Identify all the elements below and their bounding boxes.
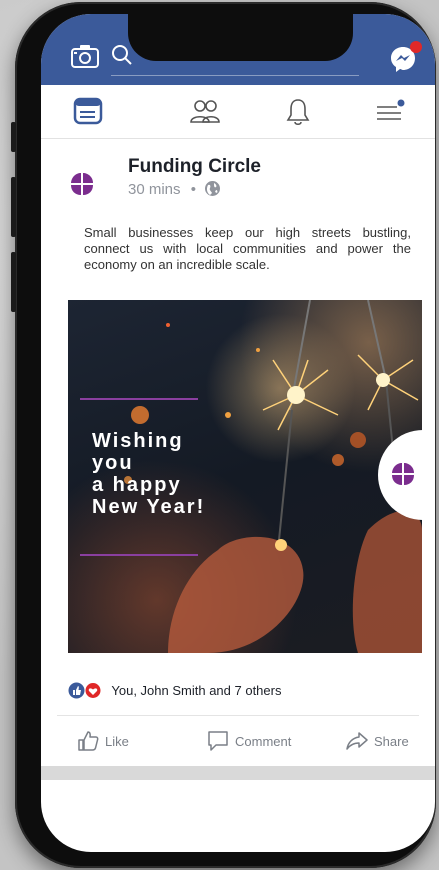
new-year-greeting: Wishing you a happy New Year! [92, 430, 206, 518]
share-label: Share [374, 734, 409, 749]
like-label: Like [105, 734, 129, 749]
reaction-icons [68, 682, 102, 702]
screen: Funding Circle 30 mins • Small businesse… [41, 14, 435, 852]
post-image[interactable]: Wishing you a happy New Year! [68, 300, 422, 653]
post-text: Small businesses keep our high streets b… [84, 225, 411, 272]
reactions-text: You, John Smith and 7 others [111, 683, 282, 698]
comment-icon [208, 731, 228, 751]
share-icon [346, 732, 368, 750]
post-time: 30 mins [128, 181, 181, 198]
decor-line-bottom [80, 554, 198, 556]
globe-icon [204, 180, 221, 201]
app-header [41, 14, 435, 85]
notification-dot [410, 41, 422, 53]
notch [128, 14, 353, 61]
reactions-summary[interactable]: You, John Smith and 7 others [68, 682, 281, 702]
phone-frame: Funding Circle 30 mins • Small businesse… [11, 2, 436, 868]
share-button[interactable]: Share [346, 730, 409, 752]
post-meta: 30 mins • [128, 180, 221, 201]
funding-circle-badge-icon [390, 462, 416, 491]
divider [57, 715, 419, 716]
news-feed-icon[interactable] [73, 97, 103, 130]
comment-button[interactable]: Comment [207, 730, 291, 752]
page-name[interactable]: Funding Circle [128, 156, 261, 178]
menu-icon[interactable] [375, 97, 405, 130]
thumbs-up-icon [78, 731, 99, 751]
volume-down-button [11, 252, 16, 312]
search-input[interactable] [111, 75, 359, 76]
decor-line-top [80, 398, 198, 400]
comment-label: Comment [235, 734, 292, 749]
feed-separator [41, 766, 435, 780]
nav-bar [41, 85, 435, 139]
friends-icon[interactable] [189, 97, 221, 130]
bell-icon[interactable] [285, 97, 311, 132]
camera-icon[interactable] [71, 44, 99, 73]
funding-circle-logo-icon[interactable] [69, 172, 95, 201]
search-icon[interactable] [111, 44, 133, 71]
meta-separator: • [190, 181, 196, 198]
mute-switch [11, 122, 16, 152]
volume-up-button [11, 177, 16, 237]
like-button[interactable]: Like [77, 730, 129, 752]
